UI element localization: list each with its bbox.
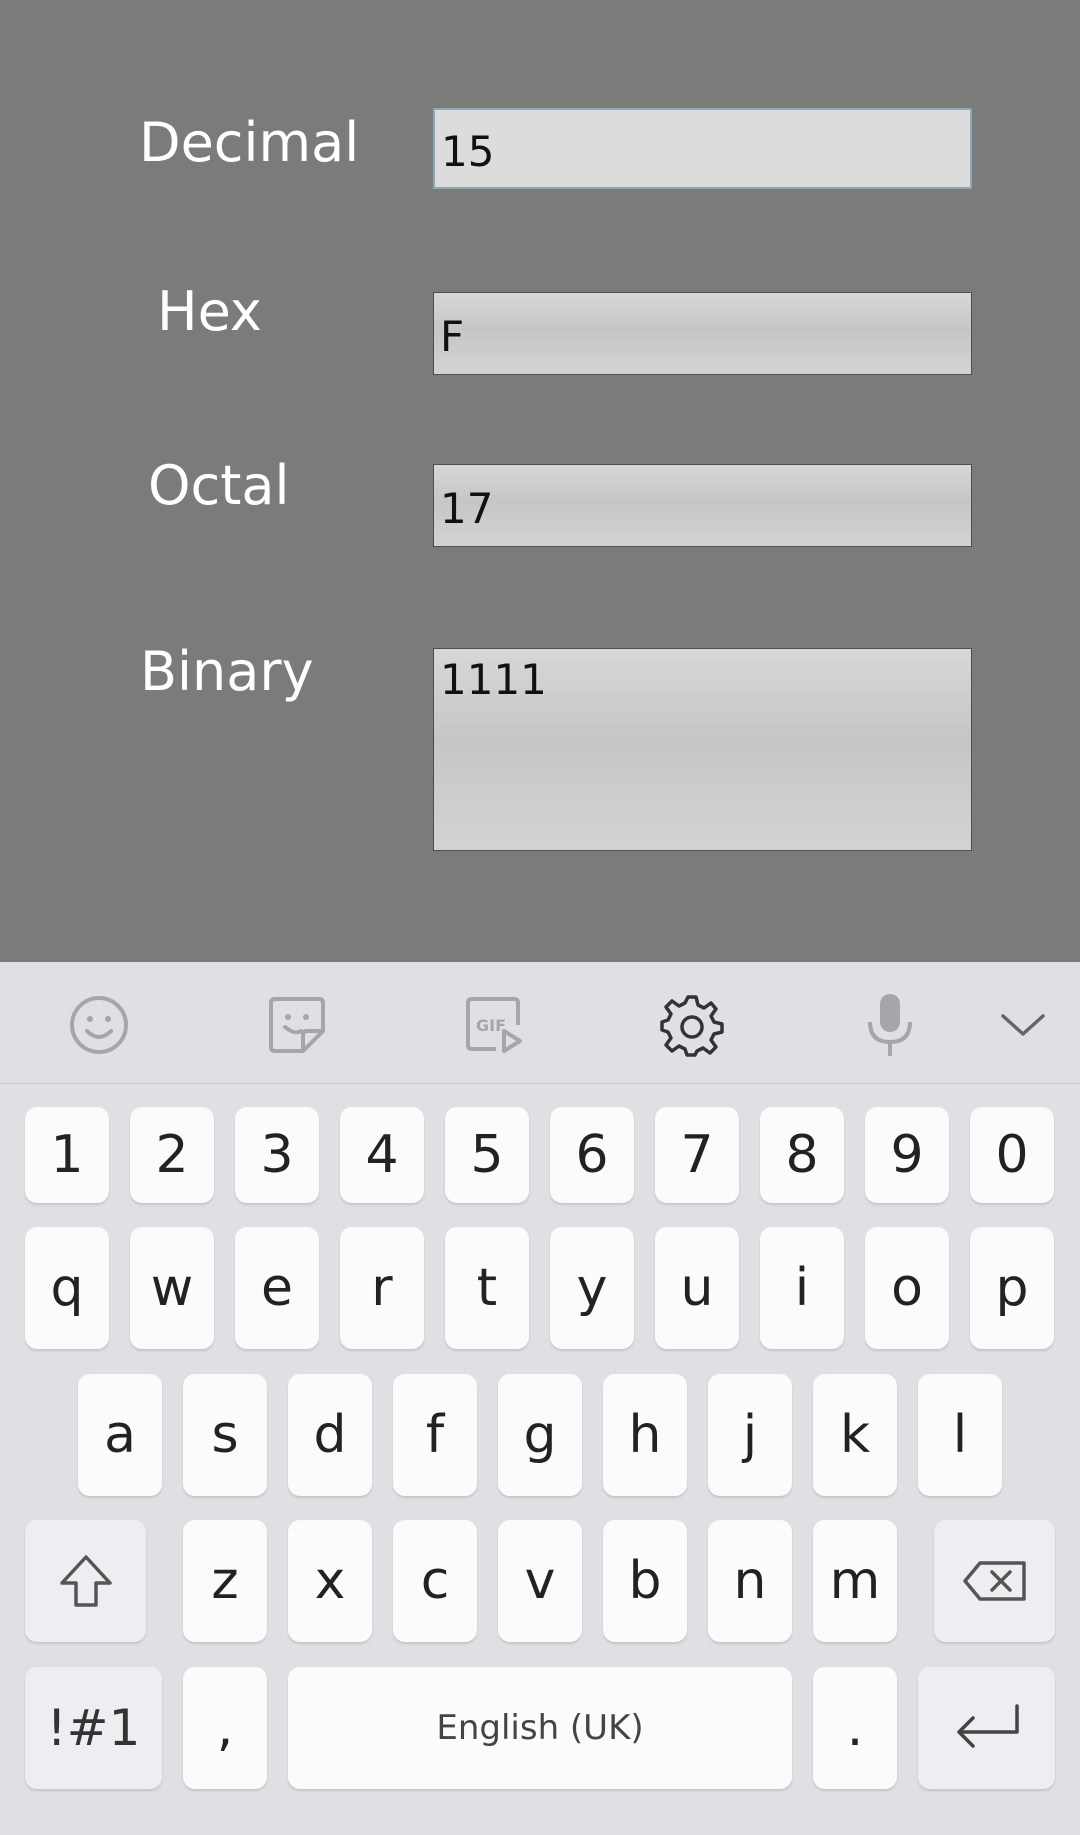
key-w[interactable]: w (130, 1227, 214, 1349)
key-2[interactable]: 2 (130, 1107, 214, 1203)
key-v[interactable]: v (498, 1520, 582, 1642)
decimal-label: Decimal (139, 111, 360, 174)
key-3[interactable]: 3 (235, 1107, 319, 1203)
soft-keyboard: GIF 1 2 3 4 5 6 7 8 9 0 q w e r t y u i … (0, 962, 1080, 1835)
octal-field[interactable] (433, 464, 972, 547)
key-m[interactable]: m (813, 1520, 897, 1642)
key-q[interactable]: q (25, 1227, 109, 1349)
sticker-icon[interactable] (264, 992, 330, 1058)
binary-field[interactable]: 1111 (433, 648, 972, 851)
key-t[interactable]: t (445, 1227, 529, 1349)
key-d[interactable]: d (288, 1374, 372, 1496)
key-4[interactable]: 4 (340, 1107, 424, 1203)
key-7[interactable]: 7 (655, 1107, 739, 1203)
hex-input[interactable] (440, 299, 971, 374)
binary-textarea[interactable]: 1111 (440, 655, 971, 850)
microphone-icon[interactable] (857, 992, 923, 1058)
key-z[interactable]: z (183, 1520, 267, 1642)
key-8[interactable]: 8 (760, 1107, 844, 1203)
key-r[interactable]: r (340, 1227, 424, 1349)
shift-key[interactable] (25, 1520, 146, 1642)
key-a[interactable]: a (78, 1374, 162, 1496)
key-9[interactable]: 9 (865, 1107, 949, 1203)
key-i[interactable]: i (760, 1227, 844, 1349)
key-k[interactable]: k (813, 1374, 897, 1496)
key-s[interactable]: s (183, 1374, 267, 1496)
binary-label: Binary (140, 640, 314, 703)
octal-label: Octal (148, 454, 290, 517)
hex-field[interactable] (433, 292, 972, 375)
svg-text:GIF: GIF (476, 1016, 506, 1035)
key-y[interactable]: y (550, 1227, 634, 1349)
space-key[interactable]: English (UK) (288, 1667, 792, 1789)
key-g[interactable]: g (498, 1374, 582, 1496)
key-n[interactable]: n (708, 1520, 792, 1642)
key-p[interactable]: p (970, 1227, 1054, 1349)
decimal-input[interactable] (441, 116, 970, 187)
key-6[interactable]: 6 (550, 1107, 634, 1203)
key-c[interactable]: c (393, 1520, 477, 1642)
key-e[interactable]: e (235, 1227, 319, 1349)
emoji-icon[interactable] (66, 992, 132, 1058)
key-l[interactable]: l (918, 1374, 1002, 1496)
key-5[interactable]: 5 (445, 1107, 529, 1203)
collapse-chevron-icon[interactable] (990, 992, 1056, 1058)
period-key[interactable]: . (813, 1667, 897, 1789)
keyboard-toolbar: GIF (0, 962, 1080, 1084)
key-u[interactable]: u (655, 1227, 739, 1349)
enter-arrow-icon (956, 1704, 1019, 1748)
key-1[interactable]: 1 (25, 1107, 109, 1203)
key-h[interactable]: h (603, 1374, 687, 1496)
key-o[interactable]: o (865, 1227, 949, 1349)
converter-screen: Decimal Hex Octal Binary 1111 (0, 0, 1080, 962)
key-f[interactable]: f (393, 1374, 477, 1496)
key-b[interactable]: b (603, 1520, 687, 1642)
enter-key[interactable] (918, 1667, 1055, 1789)
keyboard-bottom-strip (0, 1828, 1080, 1835)
octal-input[interactable] (440, 471, 971, 546)
shift-arrow-icon (59, 1555, 112, 1607)
decimal-field[interactable] (433, 108, 972, 189)
hex-label: Hex (157, 280, 262, 343)
symbols-key[interactable]: !#1 (25, 1667, 162, 1789)
gif-icon[interactable]: GIF (461, 992, 527, 1058)
settings-icon[interactable] (659, 992, 725, 1058)
key-j[interactable]: j (708, 1374, 792, 1496)
backspace-key[interactable] (934, 1520, 1055, 1642)
comma-key[interactable]: , (183, 1667, 267, 1789)
backspace-icon (962, 1561, 1026, 1601)
key-x[interactable]: x (288, 1520, 372, 1642)
key-0[interactable]: 0 (970, 1107, 1054, 1203)
